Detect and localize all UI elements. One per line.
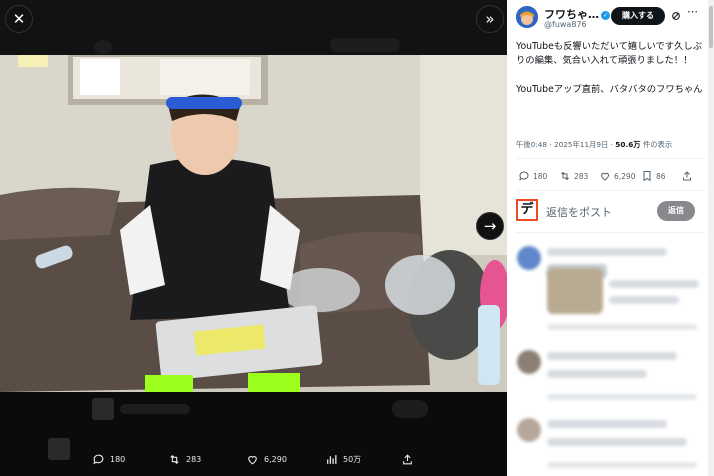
background-button <box>330 38 400 52</box>
reply-avatar[interactable] <box>517 418 541 442</box>
reply-actions <box>547 462 697 468</box>
reply-content <box>547 370 647 378</box>
like-count: 6,290 <box>264 455 287 464</box>
bookmark-icon <box>643 171 651 182</box>
repost-icon <box>170 454 179 465</box>
view-count: 50万 <box>343 455 362 464</box>
reply-submit-button[interactable]: 返信 <box>657 201 695 221</box>
background-reply-button <box>392 400 428 418</box>
panel-like-count: 6,290 <box>614 171 636 181</box>
post-views-count: 50.6万 <box>615 140 641 149</box>
reply-author <box>547 352 677 360</box>
share-action[interactable] <box>401 453 414 466</box>
close-icon: ✕ <box>12 9 26 28</box>
arrow-right-icon: → <box>483 216 497 235</box>
verified-badge-icon: ✓ <box>601 11 610 20</box>
heart-icon <box>600 172 610 181</box>
reply-input[interactable]: 返信をポスト <box>546 204 612 220</box>
repost-action[interactable]: 283 <box>168 453 201 466</box>
media-viewer: ✕ » → 180 283 6,290 50万 <box>0 0 507 476</box>
repost-count: 283 <box>186 455 202 464</box>
divider <box>516 158 706 159</box>
reply-content <box>609 296 679 304</box>
photo-illustration <box>0 55 507 392</box>
post-timestamp[interactable]: 午後0:48 · 2025年11月9日 · <box>516 140 615 149</box>
reply-actions <box>547 394 697 400</box>
background-page-header <box>0 0 507 55</box>
like-action[interactable]: 6,290 <box>246 453 287 466</box>
repost-icon <box>561 171 569 181</box>
reply-avatar[interactable] <box>517 246 541 270</box>
reply-icon <box>93 454 104 465</box>
heart-icon <box>248 456 257 465</box>
next-image-button[interactable]: → <box>476 212 504 240</box>
panel-repost-count: 283 <box>574 171 589 181</box>
divider <box>516 232 706 233</box>
reply-author <box>547 420 667 428</box>
reply-user-avatar: デ <box>516 199 538 221</box>
post-detail-panel: フワちゃ… ✓ @fuwa876 購入する ⋯ YouTubeも反響いただいて嬉し… <box>507 0 714 476</box>
more-options-icon[interactable]: ⋯ <box>687 5 698 18</box>
share-icon <box>403 454 412 465</box>
author-avatar[interactable] <box>516 6 538 28</box>
views-action[interactable]: 50万 <box>325 453 361 466</box>
reply-image[interactable] <box>547 268 603 314</box>
panel-repost-action[interactable]: 283 <box>559 170 588 182</box>
viewer-action-bar: 180 283 6,290 50万 <box>0 448 507 476</box>
background-reply-avatar <box>92 398 114 420</box>
scrollbar-track[interactable] <box>708 0 714 476</box>
collapse-panel-button[interactable]: » <box>476 5 504 33</box>
panel-like-action[interactable]: 6,290 <box>599 170 635 182</box>
reply-content <box>609 280 699 288</box>
reply-actions <box>547 324 697 330</box>
reply-action[interactable]: 180 <box>92 453 125 466</box>
share-icon <box>683 171 691 181</box>
panel-bookmark-count: 86 <box>656 171 666 181</box>
panel-share-action[interactable] <box>681 170 693 182</box>
author-handle[interactable]: @fuwa876 <box>544 20 587 29</box>
background-reply-placeholder <box>120 404 190 414</box>
reply-count: 180 <box>110 455 126 464</box>
buy-button[interactable]: 購入する <box>611 7 665 25</box>
post-views-label: 件の表示 <box>640 140 673 149</box>
post-photo[interactable] <box>0 55 507 392</box>
reply-avatar[interactable] <box>517 350 541 374</box>
reply-content <box>547 438 687 446</box>
scrollbar-thumb[interactable] <box>709 6 713 48</box>
panel-bookmark-action[interactable]: 86 <box>641 170 666 182</box>
panel-reply-count: 180 <box>533 171 548 181</box>
reply-icon <box>519 171 529 181</box>
post-text: YouTubeも反響いただいて嬉しいです久しぶりの編集、気合い入れて頑張りました… <box>516 41 703 95</box>
reply-author <box>547 248 667 256</box>
chevron-double-right-icon: » <box>485 9 495 28</box>
grok-icon[interactable] <box>671 11 681 21</box>
panel-reply-action[interactable]: 180 <box>518 170 547 182</box>
post-meta: 午後0:48 · 2025年11月9日 · 50.6万 件の表示 <box>516 140 672 150</box>
close-button[interactable]: ✕ <box>5 5 33 33</box>
analytics-icon <box>327 455 337 464</box>
background-avatar <box>94 40 112 54</box>
divider <box>516 190 706 191</box>
avatar-illustration <box>516 6 538 28</box>
